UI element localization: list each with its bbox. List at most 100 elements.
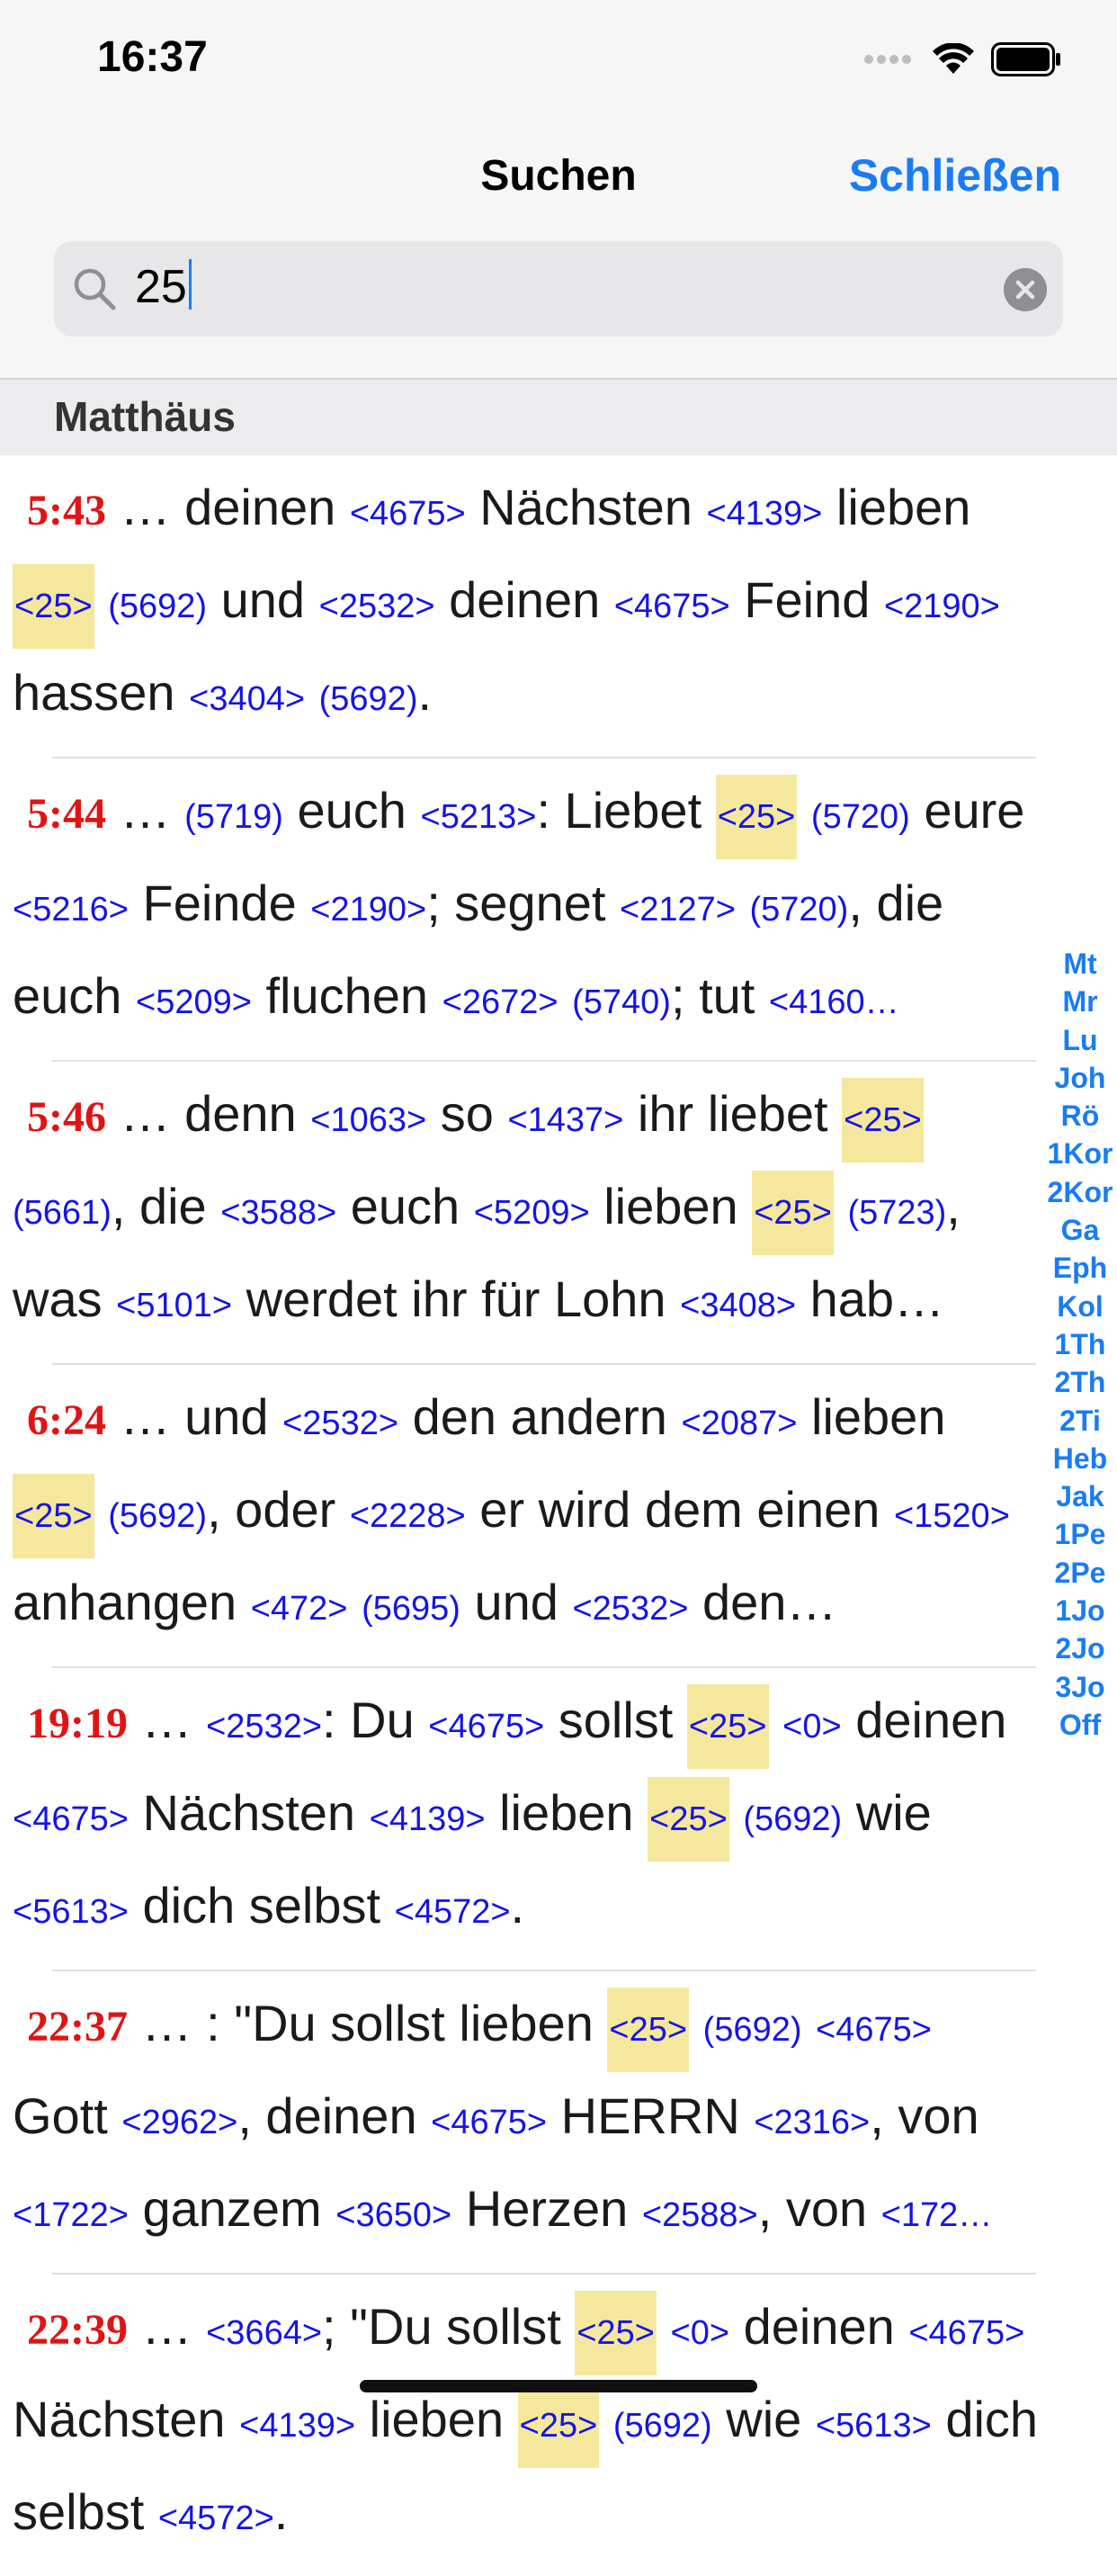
strong-number: <4675> xyxy=(613,588,730,625)
book-index-item[interactable]: 2Kor xyxy=(1043,1173,1117,1211)
verse-row[interactable]: 22:39 … <3664>; "Du sollst <25> <0> dein… xyxy=(0,2273,1045,2576)
verse-reference: 5:46 xyxy=(27,1093,106,1141)
strong-number: <4675> xyxy=(431,2104,548,2141)
strong-number: <2532> xyxy=(572,1590,689,1628)
strong-number: <3650> xyxy=(335,2196,452,2234)
strong-number: <2316> xyxy=(754,2104,871,2141)
verse-text: was xyxy=(13,1270,117,1327)
strong-number: <172… xyxy=(880,2196,993,2234)
book-index-item[interactable]: Mr xyxy=(1043,983,1117,1020)
status-time: 16:37 xyxy=(97,33,208,81)
verse-text: , von xyxy=(757,2180,881,2237)
verse-text: und xyxy=(460,1574,573,1630)
close-button[interactable]: Schließen xyxy=(849,149,1061,202)
text-caret xyxy=(188,259,192,310)
verse-text xyxy=(348,1574,362,1630)
verse-text: … xyxy=(120,782,185,839)
book-index-item[interactable]: 1Th xyxy=(1043,1325,1117,1363)
strong-number: <2532> xyxy=(282,1405,399,1442)
strong-number: <5216> xyxy=(13,891,129,929)
verse-text: , deinen xyxy=(237,2087,432,2144)
strong-number: <5613> xyxy=(13,1893,129,1931)
book-index-item[interactable]: 2Ti xyxy=(1043,1402,1117,1440)
verse-list: 5:43 … deinen <4675> Nächsten <4139> lie… xyxy=(0,453,1045,2576)
verse-reference: 22:39 xyxy=(27,2306,128,2354)
book-index-item[interactable]: Heb xyxy=(1043,1440,1117,1477)
strong-number: <2190> xyxy=(883,588,1000,625)
strong-number: <2588> xyxy=(641,2196,758,2234)
verse-text: hassen xyxy=(13,664,190,721)
strong-number: (5723) xyxy=(847,1194,947,1232)
strong-number: <472> xyxy=(250,1590,348,1628)
search-icon xyxy=(74,268,116,310)
strong-number: (5719) xyxy=(184,798,283,836)
verse-text: eure xyxy=(909,782,1025,839)
verse-text: Nächsten xyxy=(13,2391,240,2447)
wifi-icon xyxy=(933,43,974,74)
strong-number-highlighted: <25> xyxy=(648,1777,729,1862)
book-index-item[interactable]: Kol xyxy=(1043,1288,1117,1325)
battery-icon xyxy=(991,42,1060,76)
verse-text xyxy=(558,967,573,1024)
book-index-item[interactable]: 2Jo xyxy=(1043,1629,1117,1667)
verse-reference: 5:43 xyxy=(27,487,106,534)
book-index-item[interactable]: 3Jo xyxy=(1043,1668,1117,1706)
verse-text: deinen xyxy=(729,2298,909,2355)
verse-row[interactable]: 22:37 … : "Du sollst lieben <25> (5692) … xyxy=(0,1970,1045,2273)
verse-row[interactable]: 5:46 … denn <1063> so <1437> ihr liebet … xyxy=(0,1060,1045,1363)
book-index-item[interactable]: 1Pe xyxy=(1043,1515,1117,1553)
section-header: Matthäus xyxy=(0,378,1117,455)
verse-text xyxy=(657,2298,671,2355)
book-index-item[interactable]: 2Pe xyxy=(1043,1554,1117,1592)
book-index-item[interactable]: Eph xyxy=(1043,1249,1117,1287)
book-index-item[interactable]: Joh xyxy=(1043,1059,1117,1097)
strong-number-highlighted: <25> xyxy=(686,1684,769,1769)
strong-number: (5740) xyxy=(572,983,671,1021)
search-input[interactable]: 25 xyxy=(135,259,192,314)
strong-number: <2532> xyxy=(318,588,435,625)
book-index-item[interactable]: Lu xyxy=(1043,1021,1117,1059)
verse-text xyxy=(834,1178,848,1234)
strong-number: <4572> xyxy=(394,1893,511,1931)
verse-text: ; segnet xyxy=(426,875,620,931)
verse-row[interactable]: 5:43 … deinen <4675> Nächsten <4139> lie… xyxy=(0,453,1045,757)
strong-number: <5209> xyxy=(136,983,252,1021)
verse-text: lieben xyxy=(822,479,971,535)
verse-text: so xyxy=(426,1085,508,1142)
verse-row[interactable]: 6:24 … und <2532> den andern <2087> lieb… xyxy=(0,1363,1045,1666)
verse-text: . xyxy=(417,664,433,721)
verse-text: HERRN xyxy=(547,2087,755,2144)
book-index-item[interactable]: 1Kor xyxy=(1043,1135,1117,1172)
verse-text: , von xyxy=(870,2087,979,2144)
strong-number: <1063> xyxy=(310,1101,427,1139)
book-index: Mt Mr Lu Joh Rö 1Kor 2Kor Ga Eph Kol 1Th 2Th 2Ti Heb J… xyxy=(1043,945,1117,1744)
strong-number: <4139> xyxy=(706,495,823,533)
book-index-item[interactable]: Off xyxy=(1043,1706,1117,1744)
verse-reference: 5:44 xyxy=(27,790,106,838)
verse-row[interactable]: 19:19 … <2532>: Du <4675> sollst <25> <0… xyxy=(0,1666,1045,1970)
book-index-item[interactable]: Jak xyxy=(1043,1477,1117,1515)
verse-text: fluchen xyxy=(251,967,442,1024)
home-indicator xyxy=(360,2380,757,2392)
strong-number: <4675> xyxy=(349,495,466,533)
book-index-item[interactable]: 2Th xyxy=(1043,1363,1117,1401)
verse-text: wie xyxy=(842,1784,932,1841)
verse-text xyxy=(599,2391,613,2447)
verse-text: … deinen xyxy=(120,479,350,535)
verse-text xyxy=(797,782,811,839)
book-index-item[interactable]: Rö xyxy=(1043,1097,1117,1135)
strong-number: <4139> xyxy=(369,1800,486,1838)
verse-row[interactable]: 5:44 … (5719) euch <5213>: Liebet <25> (… xyxy=(0,757,1045,1060)
book-index-item[interactable]: Ga xyxy=(1043,1211,1117,1249)
strong-number-highlighted: <25> xyxy=(607,1988,690,2072)
clear-search-icon[interactable] xyxy=(1004,268,1047,311)
search-field[interactable]: 25 xyxy=(54,241,1063,337)
book-index-item[interactable]: Mt xyxy=(1043,945,1117,983)
verse-text: Nächsten xyxy=(465,479,707,535)
verse-text: … und xyxy=(120,1388,283,1445)
verse-text xyxy=(305,664,319,721)
book-index-item[interactable]: 1Jo xyxy=(1043,1592,1117,1629)
section-title: Matthäus xyxy=(54,393,236,440)
verse-text: . xyxy=(510,1877,525,1934)
verse-text: anhangen xyxy=(13,1574,251,1630)
